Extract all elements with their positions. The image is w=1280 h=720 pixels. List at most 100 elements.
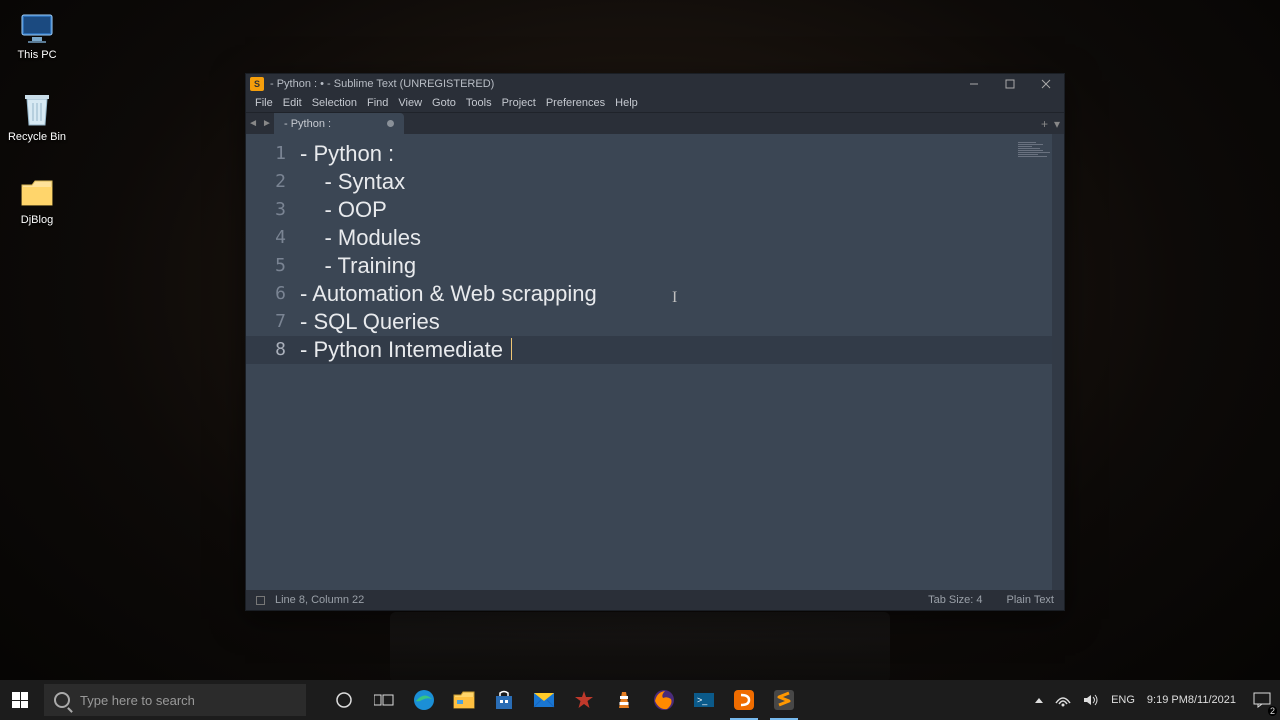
- chevron-up-icon: [1035, 698, 1043, 703]
- tab-dropdown-icon[interactable]: ▾: [1054, 117, 1060, 131]
- syntax-selector[interactable]: Plain Text: [1007, 594, 1055, 606]
- search-placeholder: Type here to search: [80, 693, 195, 708]
- maximize-button[interactable]: [992, 74, 1028, 94]
- code-line: - Training: [300, 252, 1064, 280]
- statusbar: Line 8, Column 22 Tab Size: 4 Plain Text: [246, 590, 1064, 610]
- taskbar-app-camtasia[interactable]: [724, 680, 764, 720]
- code-line: - Modules: [300, 224, 1064, 252]
- code-line: - Python Intemediate: [300, 336, 1064, 364]
- code-line: - Python :: [300, 140, 1064, 168]
- tab-python[interactable]: - Python :: [274, 113, 404, 134]
- camtasia-icon: [732, 688, 756, 712]
- menu-view[interactable]: View: [393, 97, 427, 109]
- circle-icon: [332, 688, 356, 712]
- code-line: - Automation & Web scrapping: [300, 280, 1064, 308]
- tray-language[interactable]: ENG: [1105, 680, 1141, 720]
- menu-selection[interactable]: Selection: [307, 97, 362, 109]
- desktop-icon-label: DjBlog: [6, 214, 68, 226]
- store-icon: [492, 688, 516, 712]
- line-number: 8: [246, 336, 300, 364]
- menu-help[interactable]: Help: [610, 97, 643, 109]
- menu-tools[interactable]: Tools: [461, 97, 497, 109]
- start-button[interactable]: [0, 680, 40, 720]
- taskbar-search[interactable]: Type here to search: [44, 684, 306, 716]
- new-tab-button[interactable]: +: [1041, 117, 1048, 131]
- menu-goto[interactable]: Goto: [427, 97, 461, 109]
- close-button[interactable]: [1028, 74, 1064, 94]
- code-line: - SQL Queries: [300, 308, 1064, 336]
- menu-file[interactable]: File: [250, 97, 278, 109]
- minimize-button[interactable]: [956, 74, 992, 94]
- task-view-button[interactable]: [364, 680, 404, 720]
- taskbar-app-terminal[interactable]: >_: [684, 680, 724, 720]
- taskbar: Type here to search: [0, 680, 1280, 720]
- vertical-scrollbar[interactable]: [1052, 134, 1064, 590]
- notification-icon: [1253, 692, 1271, 708]
- taskbar-app-explorer[interactable]: [444, 680, 484, 720]
- vlc-icon: [612, 688, 636, 712]
- desktop-icon-this-pc[interactable]: This PC: [6, 10, 68, 61]
- star-icon: [572, 688, 596, 712]
- windows-logo-icon: [12, 692, 28, 708]
- search-icon: [54, 692, 70, 708]
- folder-icon: [17, 175, 57, 211]
- text-cursor: [511, 338, 512, 360]
- desktop-icon-label: This PC: [6, 49, 68, 61]
- desktop-icon-recycle-bin[interactable]: Recycle Bin: [6, 92, 68, 143]
- minimap[interactable]: [1018, 142, 1054, 162]
- taskbar-app-edge[interactable]: [404, 680, 444, 720]
- taskbar-app-vlc[interactable]: [604, 680, 644, 720]
- line-number: 3: [246, 196, 300, 224]
- mail-icon: [532, 688, 556, 712]
- taskbar-app-sublime[interactable]: [764, 680, 804, 720]
- tab-back-icon[interactable]: ◄: [246, 118, 260, 129]
- dirty-indicator-icon: [387, 120, 394, 127]
- tab-label: - Python :: [284, 118, 331, 130]
- desktop-icon-djblog[interactable]: DjBlog: [6, 175, 68, 226]
- notification-badge: 2: [1268, 706, 1277, 716]
- tray-time: 9:19 PM: [1147, 694, 1188, 707]
- code-line: - OOP: [300, 196, 1064, 224]
- line-number: 6: [246, 280, 300, 308]
- desktop-icon-label: Recycle Bin: [6, 131, 68, 143]
- menu-project[interactable]: Project: [497, 97, 541, 109]
- firefox-icon: [652, 688, 676, 712]
- line-number: 5: [246, 252, 300, 280]
- line-gutter: 1 2 3 4 5 6 7 8: [246, 134, 300, 590]
- tray-date: 8/11/2021: [1188, 694, 1236, 707]
- taskbar-app-mail[interactable]: [524, 680, 564, 720]
- menu-preferences[interactable]: Preferences: [541, 97, 610, 109]
- sublime-app-icon: S: [250, 77, 264, 91]
- terminal-icon: >_: [692, 688, 716, 712]
- tray-overflow-button[interactable]: [1029, 680, 1049, 720]
- svg-text:>_: >_: [697, 695, 708, 705]
- taskbar-app-store[interactable]: [484, 680, 524, 720]
- recycle-bin-icon: [17, 92, 57, 128]
- tray-clock[interactable]: 9:19 PM 8/11/2021: [1141, 680, 1244, 720]
- editor[interactable]: 1 2 3 4 5 6 7 8 - Python : - Syntax - OO…: [246, 134, 1064, 590]
- tray-volume-icon[interactable]: [1077, 680, 1105, 720]
- pc-icon: [17, 10, 57, 46]
- tray-notifications-button[interactable]: 2: [1244, 680, 1280, 720]
- tray-network-icon[interactable]: [1049, 680, 1077, 720]
- sublime-window: S - Python : • - Sublime Text (UNREGISTE…: [245, 73, 1065, 611]
- file-explorer-icon: [452, 688, 476, 712]
- cortana-button[interactable]: [324, 680, 364, 720]
- titlebar[interactable]: S - Python : • - Sublime Text (UNREGISTE…: [246, 74, 1064, 94]
- tabbar: ◄ ► - Python : + ▾: [246, 112, 1064, 134]
- edge-icon: [412, 688, 436, 712]
- taskbar-app-firefox[interactable]: [644, 680, 684, 720]
- panel-switch-icon[interactable]: [256, 596, 265, 605]
- code-area[interactable]: - Python : - Syntax - OOP - Modules - Tr…: [300, 134, 1064, 590]
- system-tray: ENG 9:19 PM 8/11/2021 2: [1029, 680, 1280, 720]
- task-view-icon: [372, 688, 396, 712]
- tab-size-selector[interactable]: Tab Size: 4: [928, 594, 982, 606]
- code-line: - Syntax: [300, 168, 1064, 196]
- menubar: File Edit Selection Find View Goto Tools…: [246, 94, 1064, 112]
- menu-edit[interactable]: Edit: [278, 97, 307, 109]
- menu-find[interactable]: Find: [362, 97, 393, 109]
- tab-forward-icon[interactable]: ►: [260, 118, 274, 129]
- line-number: 7: [246, 308, 300, 336]
- tab-history-nav: ◄ ►: [246, 113, 274, 134]
- taskbar-app-snip[interactable]: [564, 680, 604, 720]
